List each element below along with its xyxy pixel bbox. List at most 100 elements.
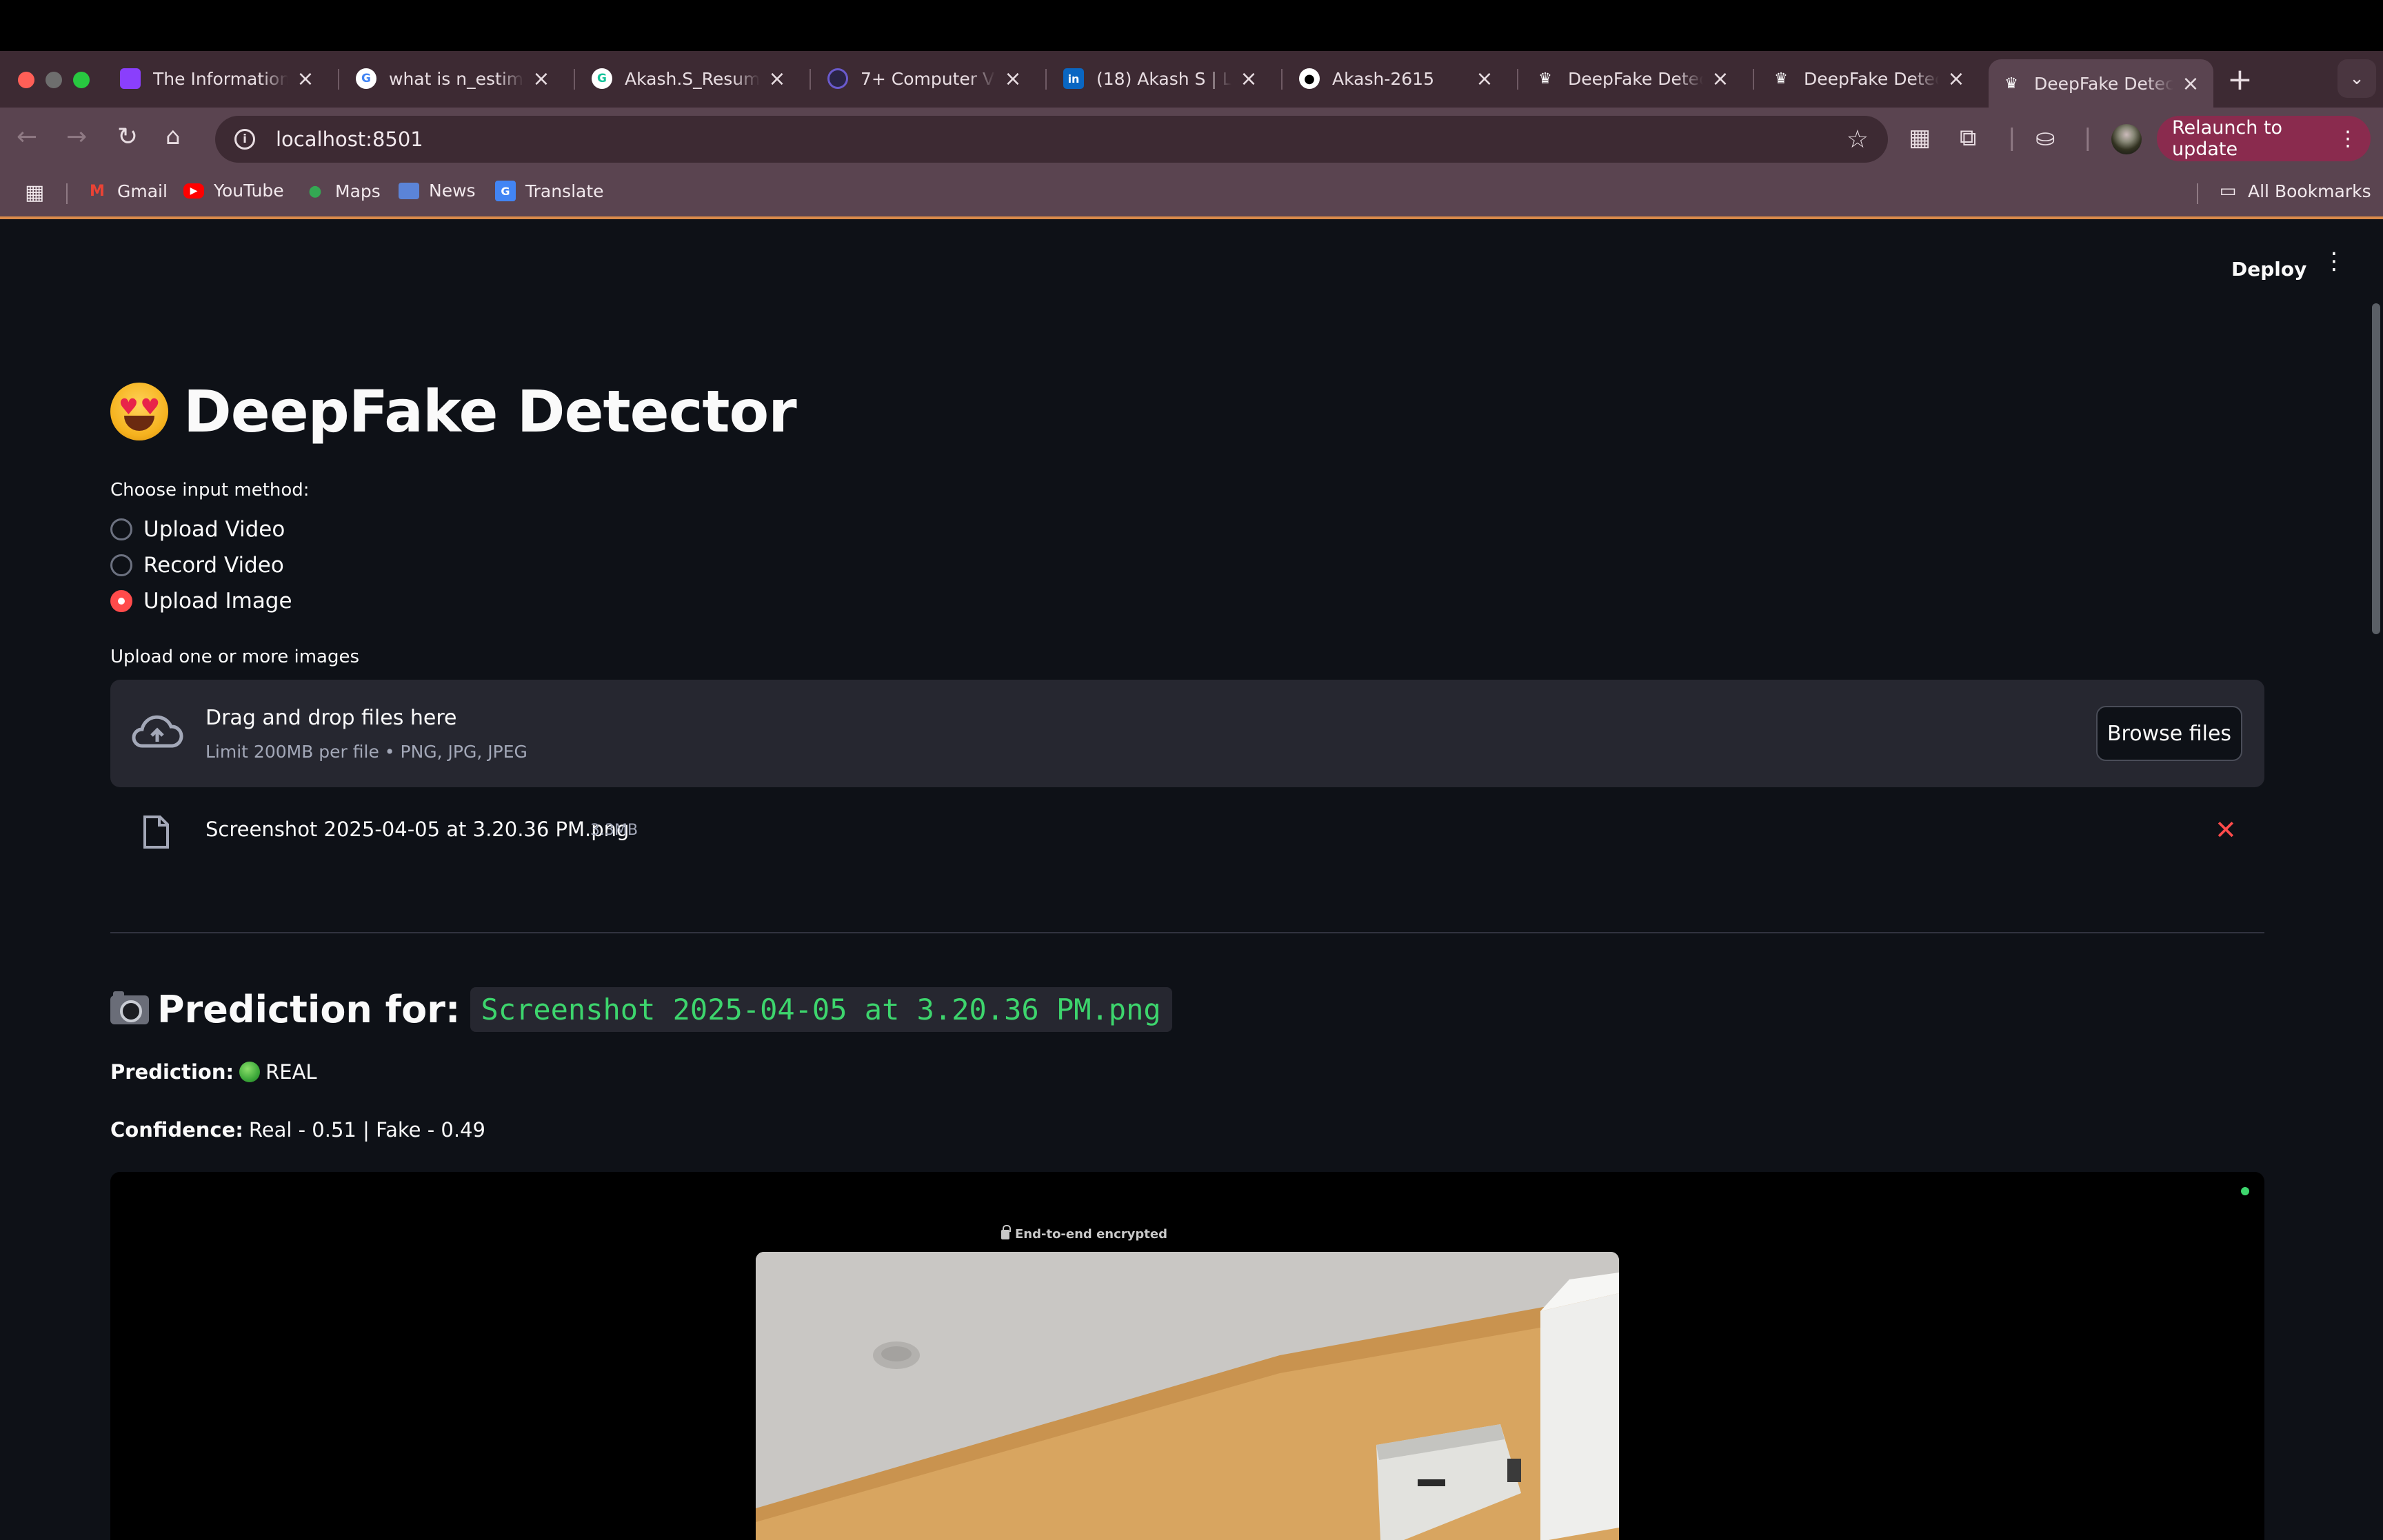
- prediction-heading-label: Prediction for:: [157, 988, 461, 1031]
- tab-title: The Information R: [153, 68, 288, 89]
- more-vertical-icon[interactable]: ⋮: [2337, 127, 2358, 151]
- tab-title: 7+ Computer Visi: [861, 68, 996, 89]
- radio-circle[interactable]: [110, 554, 132, 576]
- window-top-bar: [0, 0, 2383, 51]
- bookmark-maps[interactable]: ● Maps: [305, 181, 381, 201]
- qr-code-icon[interactable]: ▦: [1909, 124, 1931, 152]
- url-text[interactable]: localhost:8501: [276, 128, 423, 151]
- news-icon: [399, 182, 419, 199]
- bookmark-gmail[interactable]: M Gmail: [87, 181, 168, 201]
- browser-tab[interactable]: G Akash.S_Resume ×: [579, 59, 800, 98]
- radio-record-video[interactable]: Record Video: [110, 553, 284, 578]
- relaunch-label: Relaunch to update: [2172, 117, 2283, 160]
- all-bookmarks-label: All Bookmarks: [2248, 181, 2371, 201]
- close-tab-icon[interactable]: ×: [531, 67, 552, 91]
- bookmark-label: Translate: [525, 181, 604, 201]
- remove-file-icon[interactable]: ✕: [2215, 815, 2237, 845]
- main-menu-icon[interactable]: ⋮: [2322, 250, 2346, 273]
- file-dropzone[interactable]: [110, 680, 2264, 787]
- bookmark-news[interactable]: News: [399, 181, 476, 201]
- close-window-button[interactable]: [18, 72, 34, 88]
- browser-tab[interactable]: ♛ DeepFake Detect ×: [1758, 59, 1979, 98]
- prediction-line: Prediction: REAL: [110, 1060, 317, 1084]
- back-arrow-icon[interactable]: ←: [17, 123, 37, 151]
- close-tab-icon[interactable]: ×: [767, 67, 787, 91]
- page-title: DeepFake Detector: [110, 378, 797, 445]
- forward-arrow-icon[interactable]: →: [66, 123, 87, 151]
- reload-icon[interactable]: ↻: [117, 123, 138, 151]
- bookmark-label: News: [429, 181, 476, 201]
- incognito-spy-icon[interactable]: ⛀: [2035, 124, 2055, 152]
- browser-tab[interactable]: G what is n_estimat ×: [343, 59, 564, 98]
- close-tab-icon[interactable]: ×: [1946, 67, 1967, 91]
- relaunch-to-update-button[interactable]: Relaunch to update ⋮: [2157, 116, 2371, 161]
- tab-separator: [338, 69, 339, 90]
- radio-label: Upload Video: [143, 517, 285, 542]
- home-icon[interactable]: ⌂: [165, 123, 181, 150]
- browser-tab[interactable]: The Information R ×: [108, 59, 328, 98]
- prediction-value: REAL: [265, 1060, 317, 1084]
- tab-title: what is n_estimat: [389, 68, 524, 89]
- profile-avatar[interactable]: [2111, 124, 2142, 154]
- heart-eyes-emoji-icon: [110, 383, 168, 440]
- uploaded-file-size: 3.3MB: [590, 822, 639, 839]
- close-tab-icon[interactable]: ×: [1003, 67, 1023, 91]
- radio-circle[interactable]: [110, 518, 132, 540]
- lock-icon: [1001, 1224, 1011, 1239]
- maximize-window-button[interactable]: [73, 72, 90, 88]
- tab-separator: [810, 69, 811, 90]
- bookmark-youtube[interactable]: ▶ YouTube: [183, 181, 284, 201]
- deploy-button[interactable]: Deploy: [2219, 254, 2319, 285]
- close-tab-icon[interactable]: ×: [2180, 72, 2201, 96]
- site-info-icon[interactable]: i: [234, 129, 255, 150]
- radio-upload-video[interactable]: Upload Video: [110, 517, 285, 542]
- browser-tab[interactable]: ♛ DeepFake Detect ×: [1522, 59, 1743, 98]
- page-scrollbar[interactable]: [2372, 303, 2380, 634]
- browser-tab-active[interactable]: ♛ DeepFake Detect ×: [1989, 59, 2213, 108]
- tab-title: Akash.S_Resume: [625, 68, 760, 89]
- section-divider: [110, 932, 2264, 933]
- bookmark-separator: [66, 183, 68, 204]
- prediction-heading: Prediction for: Screenshot 2025-04-05 at…: [110, 987, 1172, 1032]
- status-dot: [2241, 1187, 2249, 1195]
- browser-tab[interactable]: in (18) Akash S | Lin ×: [1051, 59, 1271, 98]
- bookmark-label: Gmail: [117, 181, 168, 201]
- toolbar-separator: |: [2084, 124, 2092, 152]
- bookmark-translate[interactable]: G Translate: [495, 181, 604, 201]
- input-method-label: Choose input method:: [110, 480, 310, 500]
- circle-logo-icon: [827, 68, 848, 89]
- confidence-key: Confidence:: [110, 1118, 243, 1142]
- bookmark-label: Maps: [335, 181, 381, 201]
- streamlit-crown-icon: ♛: [1774, 70, 1788, 88]
- tab-separator: [1045, 69, 1047, 90]
- file-icon: [143, 815, 169, 849]
- close-tab-icon[interactable]: ×: [1474, 67, 1495, 91]
- radio-upload-image[interactable]: Upload Image: [110, 589, 292, 614]
- tab-search-chevron-icon[interactable]: ⌄: [2337, 59, 2376, 98]
- tab-title: Akash-2615: [1332, 68, 1434, 89]
- address-bar[interactable]: i localhost:8501 ☆: [215, 116, 1888, 163]
- extensions-puzzle-icon[interactable]: ⧉: [1960, 124, 1976, 152]
- close-tab-icon[interactable]: ×: [295, 67, 316, 91]
- confidence-line: Confidence: Real - 0.51 | Fake - 0.49: [110, 1118, 485, 1142]
- gmail-icon: M: [90, 182, 105, 200]
- radio-circle-selected[interactable]: [110, 590, 132, 612]
- all-bookmarks-button[interactable]: ▭ All Bookmarks: [2218, 181, 2371, 201]
- dropzone-limits: Limit 200MB per file • PNG, JPG, JPEG: [205, 742, 527, 762]
- grammarly-icon: G: [592, 68, 612, 89]
- streamlit-crown-icon: ♛: [1538, 70, 1552, 88]
- new-tab-icon[interactable]: +: [2227, 62, 2253, 97]
- google-icon: G: [356, 68, 376, 89]
- bookmark-star-icon[interactable]: ☆: [1847, 125, 1869, 154]
- apps-grid-icon[interactable]: ▦: [25, 181, 44, 205]
- close-tab-icon[interactable]: ×: [1710, 67, 1731, 91]
- dropzone-title: Drag and drop files here: [205, 706, 457, 730]
- browse-files-button[interactable]: Browse files: [2096, 706, 2242, 761]
- minimize-window-button[interactable]: [46, 72, 62, 88]
- close-tab-icon[interactable]: ×: [1238, 67, 1259, 91]
- green-circle-icon: [239, 1062, 261, 1082]
- browser-tab[interactable]: 7+ Computer Visi ×: [815, 59, 1036, 98]
- github-icon: ●: [1299, 68, 1320, 89]
- browser-tab[interactable]: ● Akash-2615 ×: [1287, 59, 1507, 98]
- title-text: DeepFake Detector: [183, 378, 797, 445]
